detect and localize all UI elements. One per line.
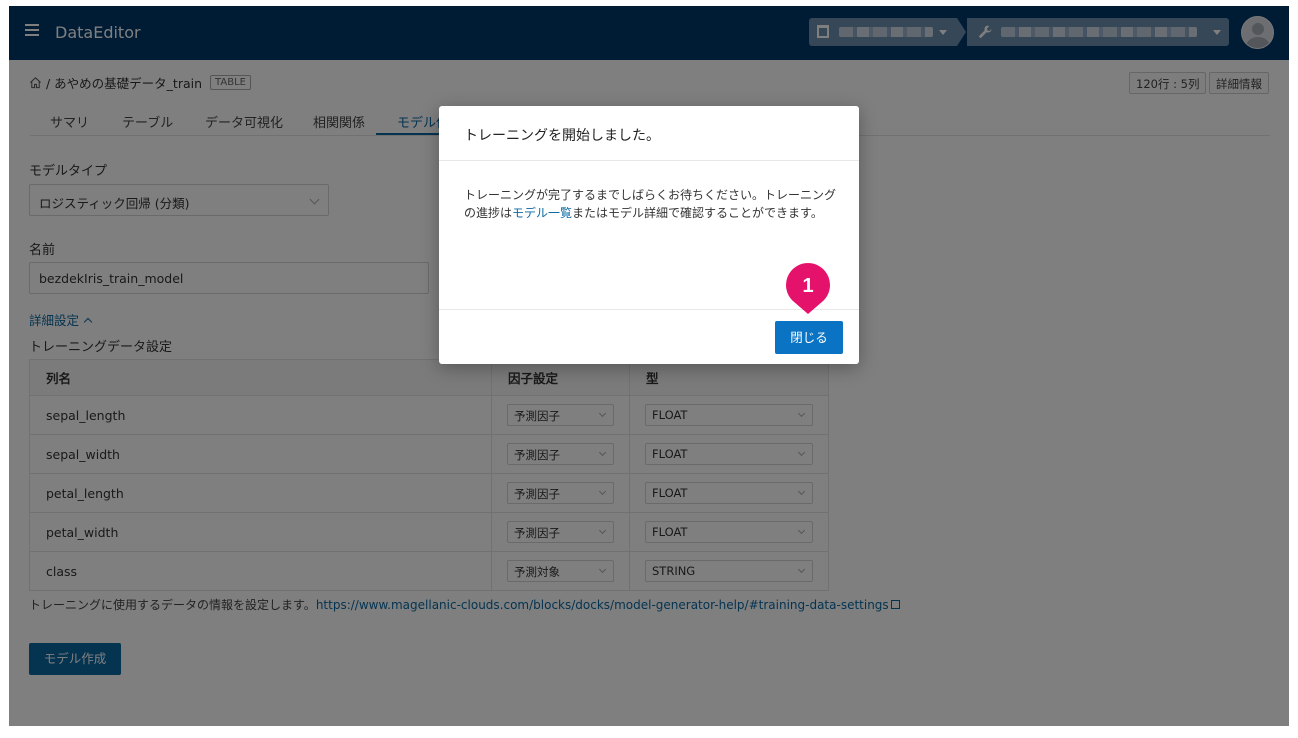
- training-started-dialog: トレーニングを開始しました。 トレーニングが完了するまでしばらくお待ちください。…: [439, 106, 859, 364]
- app-window: DataEditor / あやめの基礎データ_train TABLE 120行 …: [9, 6, 1289, 726]
- dialog-title: トレーニングを開始しました。: [464, 128, 660, 144]
- step-marker: 1: [786, 263, 830, 314]
- dialog-header: トレーニングを開始しました。: [439, 106, 859, 161]
- step-number: 1: [802, 275, 813, 297]
- close-button[interactable]: 閉じる: [775, 321, 843, 354]
- dialog-text-after: またはモデル詳細で確認することができます。: [572, 206, 823, 220]
- dialog-message: トレーニングが完了するまでしばらくお待ちください。トレーニングの進捗はモデル一覧…: [464, 186, 839, 222]
- dialog-footer: 閉じる: [439, 309, 859, 364]
- model-list-link[interactable]: モデル一覧: [512, 206, 572, 220]
